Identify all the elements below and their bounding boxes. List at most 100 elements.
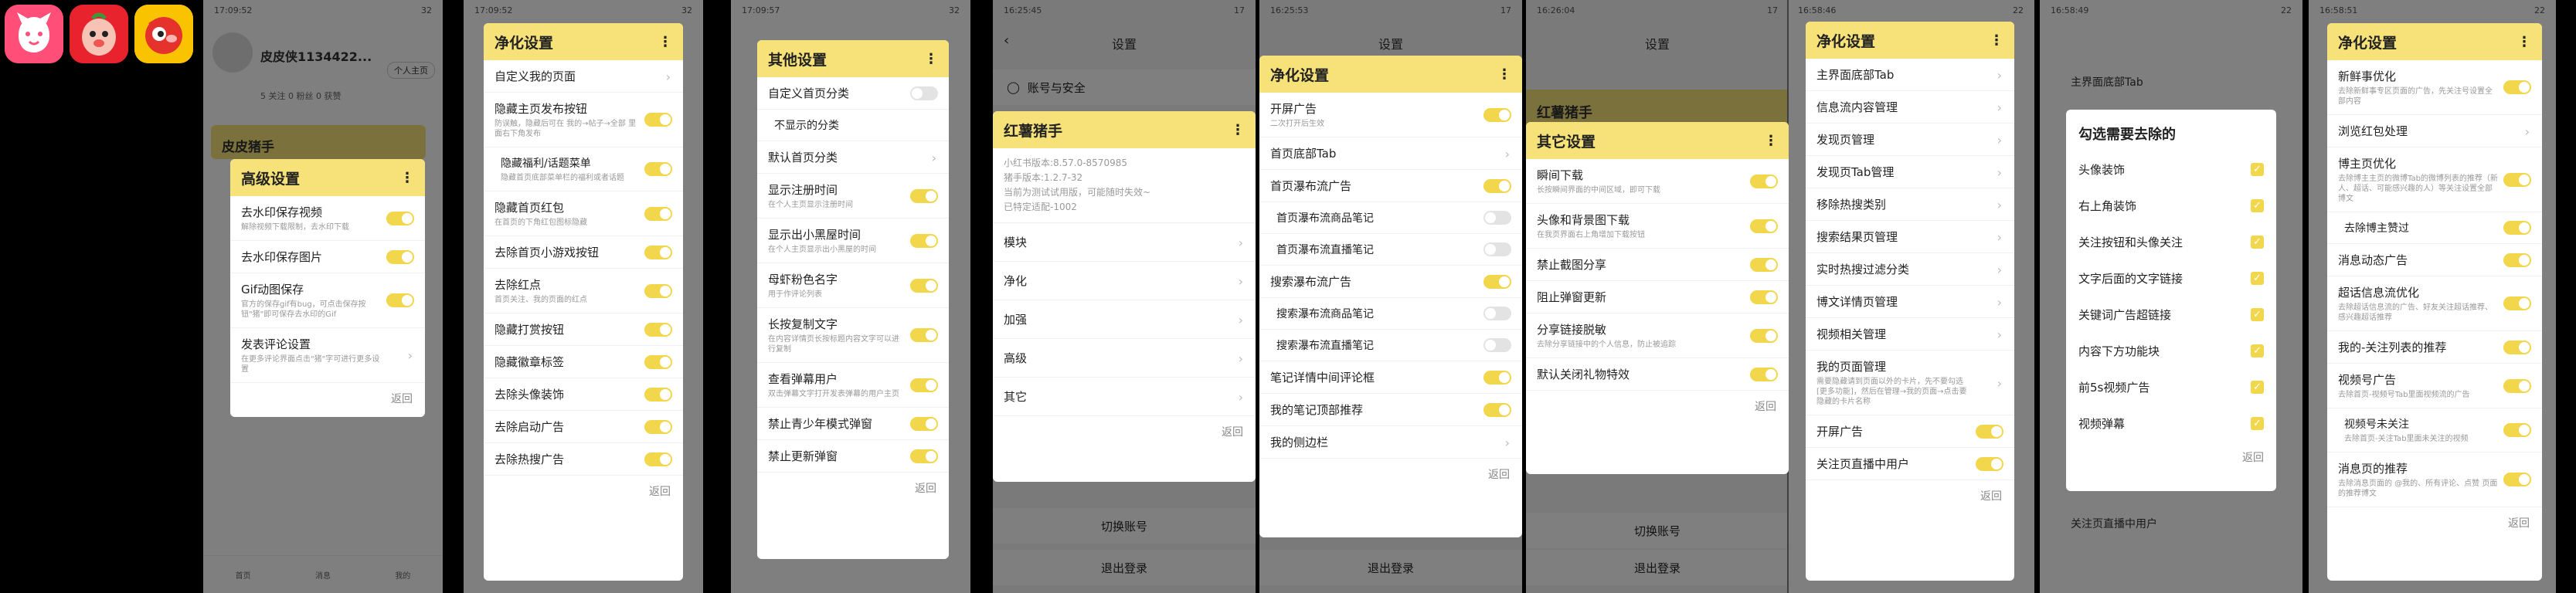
setting-row[interactable]: 开屏广告 二次打开后生效: [1259, 93, 1522, 137]
setting-row[interactable]: 默认首页分类 ›: [757, 141, 949, 174]
menu-item-enhance[interactable]: 加强 ›: [993, 300, 1256, 339]
setting-row[interactable]: 我的-关注列表的推荐: [2327, 331, 2542, 364]
setting-row[interactable]: 消息动态广告: [2327, 244, 2542, 276]
setting-row[interactable]: 主界面底部Tab ›: [1806, 59, 2014, 91]
toggle-switch[interactable]: [1750, 219, 1778, 233]
checkbox-option[interactable]: 视频弹幕 ✓: [2066, 405, 2276, 442]
setting-row[interactable]: 去除红点 首页关注、我的页面的红点: [484, 269, 683, 313]
back-button[interactable]: 返回: [2066, 442, 2276, 476]
checkbox-checked-icon[interactable]: ✓: [2251, 416, 2264, 430]
menu-item-other[interactable]: 其它 ›: [993, 378, 1256, 416]
setting-row[interactable]: 首页瀑布流广告: [1259, 170, 1522, 202]
more-icon[interactable]: ⋮: [1231, 122, 1245, 138]
toggle-switch[interactable]: [644, 206, 672, 221]
setting-row[interactable]: 移除热搜类别 ›: [1806, 188, 2014, 221]
setting-row[interactable]: 我的页面管理 需要隐藏请到页面以外的卡片，先不要勾选[更多功能]，然后在管理→我的…: [1806, 351, 2014, 415]
more-icon[interactable]: ⋮: [658, 34, 672, 50]
setting-row[interactable]: 视频相关管理 ›: [1806, 318, 2014, 351]
toggle-switch[interactable]: [644, 162, 672, 176]
checkbox-option[interactable]: 关注按钮和头像关注 ✓: [2066, 224, 2276, 260]
more-icon[interactable]: ⋮: [400, 170, 414, 186]
setting-row[interactable]: 发表评论设置 在更多评论界面点击"猪"字可进行更多设置 ›: [230, 328, 425, 383]
setting-row[interactable]: 搜索结果页管理 ›: [1806, 221, 2014, 253]
toggle-switch[interactable]: [1750, 174, 1778, 188]
checkbox-checked-icon[interactable]: ✓: [2251, 307, 2264, 321]
setting-row[interactable]: 查看弹幕用户 双击弹幕文字打开发表弹幕的用户主页: [757, 363, 949, 408]
toggle-switch[interactable]: [1976, 456, 2003, 471]
toggle-switch[interactable]: [1750, 257, 1778, 272]
sweet-potato-app-icon[interactable]: [70, 5, 128, 63]
setting-row[interactable]: 显示注册时间 在个人主页显示注册时间: [757, 174, 949, 219]
setting-row[interactable]: 去除热搜广告: [484, 443, 683, 476]
setting-row[interactable]: 超话信息流优化 去除超话信息流的广告、好友关注超话推荐、感兴趣超话推荐: [2327, 276, 2542, 331]
setting-row[interactable]: 搜索瀑布流商品笔记: [1259, 298, 1522, 330]
checkbox-checked-icon[interactable]: ✓: [2251, 162, 2264, 176]
setting-row[interactable]: 视频号广告 去除首页-视频号Tab里面视频流的广告: [2327, 364, 2542, 408]
setting-row[interactable]: Gif动图保存 官方的保存gif有bug，可点击保存按钮"猪"即可保存去水印的Gi…: [230, 273, 425, 328]
toggle-switch[interactable]: [910, 328, 938, 342]
back-button[interactable]: 返回: [1806, 480, 2014, 514]
more-icon[interactable]: ⋮: [2517, 34, 2531, 50]
toggle-switch[interactable]: [2503, 80, 2531, 94]
back-button[interactable]: 返回: [1259, 459, 1522, 493]
toggle-switch[interactable]: [910, 233, 938, 248]
toggle-switch[interactable]: [910, 86, 938, 100]
menu-item-purify[interactable]: 净化 ›: [993, 262, 1256, 300]
checkbox-option[interactable]: 头像装饰 ✓: [2066, 151, 2276, 188]
toggle-switch[interactable]: [1483, 370, 1511, 385]
toggle-switch[interactable]: [1483, 242, 1511, 256]
setting-row[interactable]: 长按复制文字 在内容详情页长按标题内容文字可以进行复制: [757, 308, 949, 363]
setting-row[interactable]: 去除首页小游戏按钮: [484, 236, 683, 269]
checkbox-checked-icon[interactable]: ✓: [2251, 271, 2264, 285]
checkbox-option[interactable]: 右上角装饰 ✓: [2066, 188, 2276, 224]
setting-row[interactable]: 博主页优化 去除博主主页的微博Tab的微博列表的推荐（新人、超话、可能感兴趣的人）…: [2327, 147, 2542, 212]
toggle-switch[interactable]: [910, 378, 938, 392]
setting-row[interactable]: 去除启动广告: [484, 411, 683, 443]
setting-row[interactable]: 首页瀑布流商品笔记: [1259, 202, 1522, 234]
checkbox-option[interactable]: 文字后面的文字链接 ✓: [2066, 260, 2276, 296]
setting-row[interactable]: 首页底部Tab ›: [1259, 137, 1522, 170]
more-icon[interactable]: ⋮: [924, 51, 938, 67]
more-icon[interactable]: ⋮: [1497, 66, 1511, 83]
setting-row[interactable]: 隐藏首页红包 在首页的下角红包图标隐藏: [484, 191, 683, 236]
setting-row[interactable]: 我的笔记顶部推荐: [1259, 394, 1522, 426]
toggle-switch[interactable]: [386, 211, 414, 225]
setting-row[interactable]: 去水印保存图片: [230, 241, 425, 273]
more-icon[interactable]: ⋮: [1764, 133, 1778, 149]
toggle-switch[interactable]: [2503, 172, 2531, 187]
toggle-switch[interactable]: [1483, 107, 1511, 122]
back-button[interactable]: 返回: [993, 416, 1256, 450]
checkbox-checked-icon[interactable]: ✓: [2251, 235, 2264, 249]
toggle-switch[interactable]: [1483, 211, 1511, 225]
toggle-switch[interactable]: [1483, 307, 1511, 320]
setting-row[interactable]: 自定义首页分类: [757, 77, 949, 110]
checkbox-checked-icon[interactable]: ✓: [2251, 198, 2264, 212]
toggle-switch[interactable]: [644, 283, 672, 298]
toggle-switch[interactable]: [1750, 328, 1778, 343]
back-button[interactable]: 返回: [1526, 391, 1789, 425]
setting-row[interactable]: 实时热搜过滤分类 ›: [1806, 253, 2014, 286]
setting-row[interactable]: 发现页管理 ›: [1806, 124, 2014, 156]
toggle-switch[interactable]: [1976, 424, 2003, 439]
checkbox-option[interactable]: 关键词广告超链接 ✓: [2066, 296, 2276, 333]
toggle-switch[interactable]: [910, 449, 938, 463]
toggle-switch[interactable]: [1483, 274, 1511, 289]
back-button[interactable]: 返回: [230, 383, 425, 417]
toggle-switch[interactable]: [910, 278, 938, 293]
setting-row[interactable]: 我的侧边栏 ›: [1259, 426, 1522, 459]
setting-row[interactable]: 阻止弹窗更新: [1526, 281, 1789, 313]
toggle-switch[interactable]: [644, 113, 672, 127]
toggle-switch[interactable]: [2503, 221, 2531, 235]
setting-row[interactable]: 去水印保存视频 解除视频下载限制，去水印下载: [230, 196, 425, 241]
setting-row[interactable]: 禁止截图分享: [1526, 249, 1789, 281]
checkbox-checked-icon[interactable]: ✓: [2251, 380, 2264, 394]
toggle-switch[interactable]: [386, 249, 414, 264]
setting-row[interactable]: 开屏广告: [1806, 415, 2014, 448]
red-pig-app-icon[interactable]: [134, 5, 193, 63]
toggle-switch[interactable]: [1483, 338, 1511, 352]
setting-row[interactable]: 禁止青少年模式弹窗: [757, 408, 949, 440]
toggle-switch[interactable]: [2503, 473, 2531, 486]
setting-row[interactable]: 不显示的分类: [757, 110, 949, 141]
setting-row[interactable]: 浏览红包处理 ›: [2327, 115, 2542, 147]
setting-row[interactable]: 去除博主赞过: [2327, 212, 2542, 244]
